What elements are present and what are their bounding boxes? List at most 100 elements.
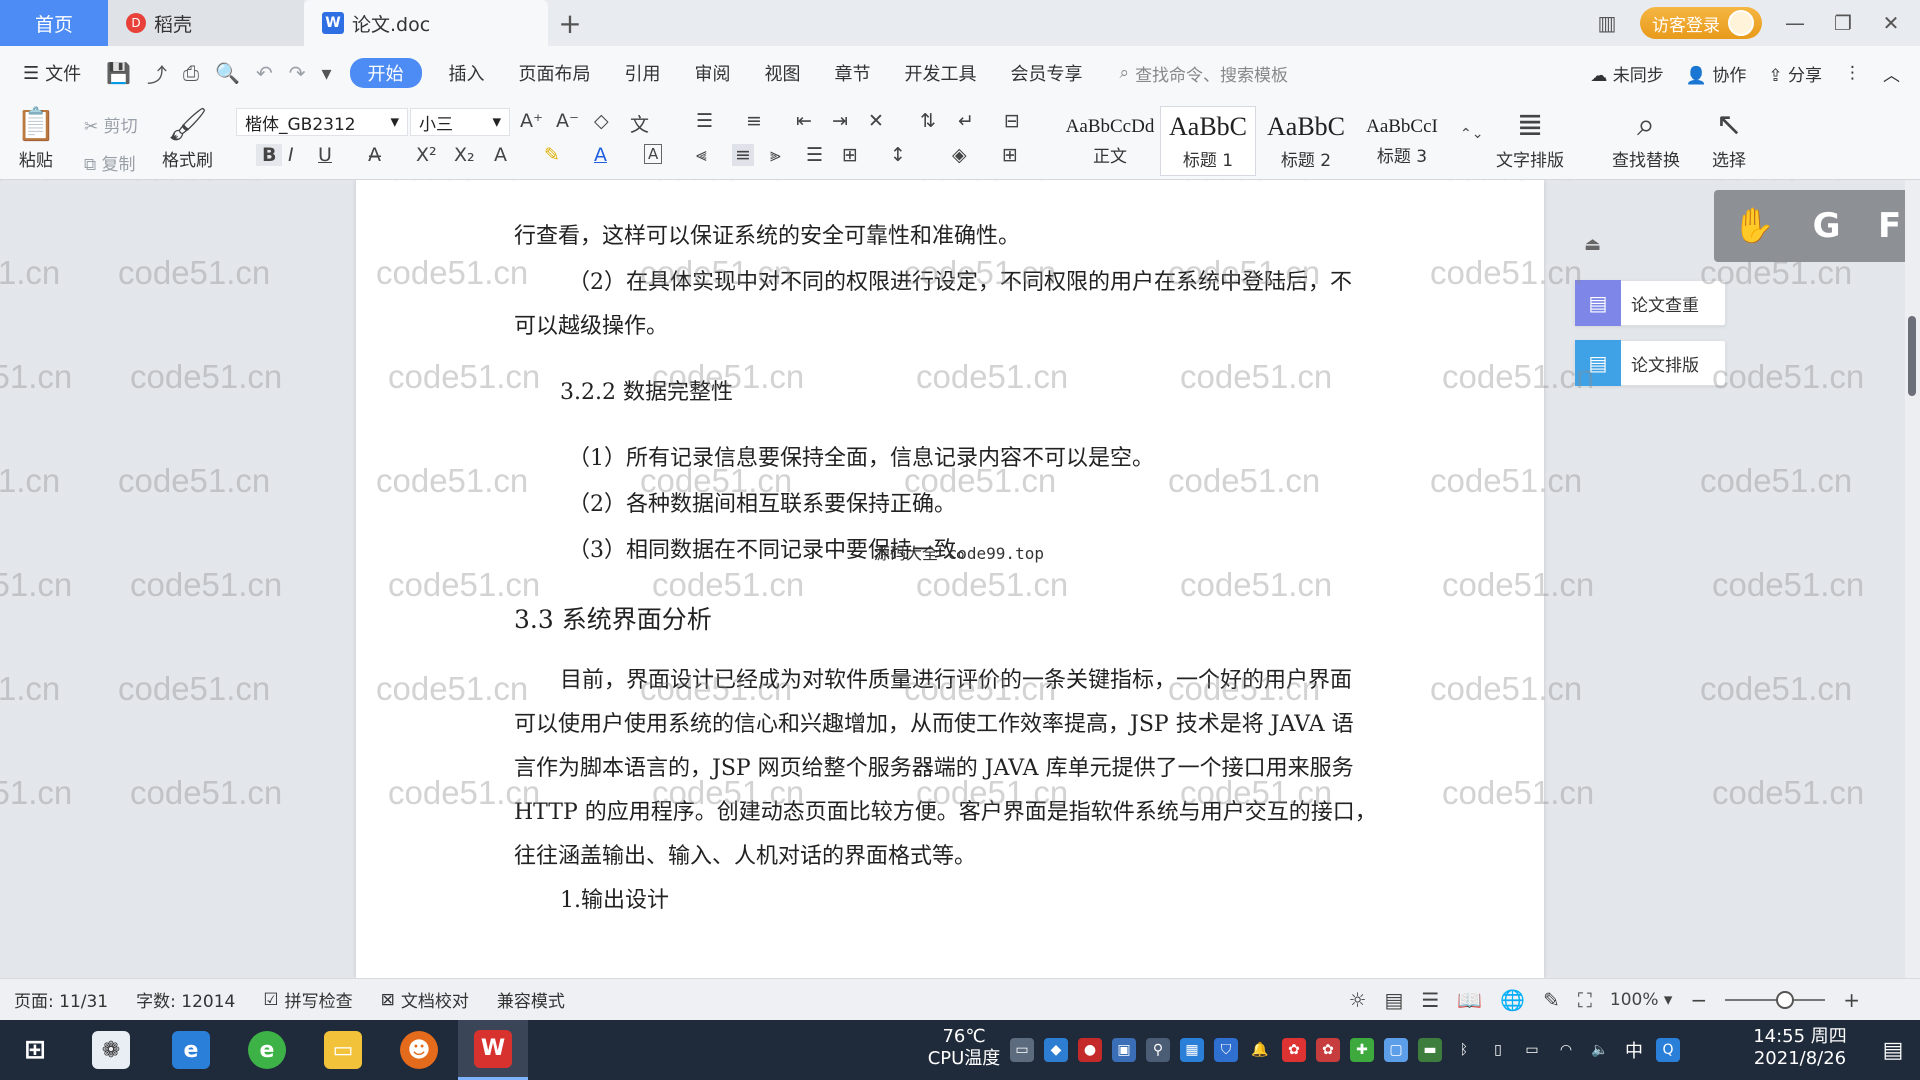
sync-button[interactable]: ☁ 未同步 [1590,61,1663,86]
taskbar-app-wps[interactable]: W [458,1020,528,1080]
reading-view-icon[interactable]: 📖 [1457,988,1482,1012]
taskbar-app-explorer[interactable]: ▭ [308,1020,378,1080]
shield-icon[interactable]: ⛉ [1214,1038,1238,1062]
bluetooth-icon[interactable]: ᛒ [1452,1038,1476,1062]
text-effect-button[interactable]: A [494,144,507,166]
text-layout-button[interactable]: ≣ 文字排版 [1496,106,1564,171]
chinese-layout-icon[interactable]: ✕ [868,110,884,132]
zoom-in-icon[interactable]: + [1843,988,1860,1012]
numbered-list-icon[interactable]: ≡ [746,110,762,132]
share-button[interactable]: ⇪ 分享 [1768,61,1822,86]
restore-icon[interactable]: ❐ [1828,11,1858,35]
subscript-button[interactable]: X₂ [454,144,475,166]
wifi-icon[interactable]: ◠ [1554,1038,1578,1062]
zoom-out-icon[interactable]: − [1690,988,1707,1012]
zoom-slider-knob[interactable] [1776,991,1795,1009]
tab-daoke[interactable]: D 稻壳 [108,0,304,46]
command-search[interactable]: ⌕ 查找命令、搜索模板 [1120,61,1289,86]
phone-icon[interactable]: ▯ [1486,1038,1510,1062]
notification-center[interactable]: ▤ [1866,1020,1920,1080]
style-heading-3[interactable]: AaBbCcI 标题 3 [1354,106,1450,176]
distributed-icon[interactable]: ⊞ [842,144,858,166]
tab-developer[interactable]: 开发工具 [888,60,994,86]
search-tray-icon[interactable]: Q [1656,1038,1680,1062]
align-right-icon[interactable]: ⫸ [770,144,781,166]
document-page[interactable]: 行查看，这样可以保证系统的安全可靠性和准确性。 （2）在具体实现中对不同的权限进… [356,180,1544,978]
taskbar-app-ie[interactable]: e [156,1020,226,1080]
paste-button[interactable]: 📋 粘贴 [16,106,56,171]
bullet-list-icon[interactable]: ☰ [696,110,713,132]
float-letter-g[interactable]: G [1813,206,1841,246]
float-letter-f[interactable]: F [1878,206,1901,246]
web-view-icon[interactable]: 🌐 [1500,988,1525,1012]
increase-indent-icon[interactable]: ⇥ [832,110,848,132]
undo-icon[interactable]: ↶ [248,61,281,85]
justify-icon[interactable]: ☰ [806,144,823,166]
bold-button[interactable]: B [256,144,283,166]
phonetic-icon[interactable]: 文 [630,110,649,137]
clear-format-icon[interactable]: ◇ [594,110,609,132]
format-painter-button[interactable]: 🖌 格式刷 [162,106,213,171]
more-icon[interactable]: ⋮ [1844,63,1861,83]
volume-icon[interactable]: 🔈 [1588,1038,1612,1062]
underline-button[interactable]: U [318,144,332,166]
find-replace-button[interactable]: ⌕ 查找替换 [1612,106,1680,171]
spell-check-toggle[interactable]: ☑ 拼写检查 [263,987,352,1013]
export-icon[interactable]: ⤴ [139,59,175,88]
tab-review[interactable]: 审阅 [678,60,748,86]
taskbar-app-spiral[interactable]: ❁ [76,1020,146,1080]
eye-protect-icon[interactable]: ☼ [1349,988,1367,1012]
grow-font-icon[interactable]: A⁺ [520,110,543,132]
customize-chevron-icon[interactable]: ▾ [313,61,339,85]
taskbar-app-game[interactable]: ☻ [384,1020,454,1080]
show-marks-icon[interactable]: ↵ [958,110,974,132]
style-heading-2[interactable]: AaBbC 标题 2 [1258,106,1354,176]
hand-icon[interactable]: ✋ [1733,206,1775,246]
style-normal[interactable]: AaBbCcDd 正文 [1062,106,1158,176]
ime-indicator[interactable]: 中 [1622,1038,1646,1062]
tab-chapter[interactable]: 章节 [818,60,888,86]
save-icon[interactable]: 💾 [98,61,139,85]
shading-icon[interactable]: ◈ [952,144,967,166]
redo-icon[interactable]: ↷ [281,61,314,85]
collaborate-button[interactable]: 👤 协作 [1686,61,1747,86]
write-view-icon[interactable]: ✎ [1543,988,1560,1012]
page-indicator[interactable]: 页面: 11/31 [14,987,108,1012]
tray-app-icon[interactable]: ▦ [1180,1038,1204,1062]
scrollbar-thumb[interactable] [1908,316,1916,396]
tab-document[interactable]: W 论文.doc [304,0,548,46]
visitor-login-button[interactable]: 访客登录 [1640,7,1762,39]
line-spacing-icon[interactable]: ↕ [890,144,906,166]
monitor-tray-icon[interactable]: ▭ [1010,1038,1034,1062]
tray-app-icon[interactable]: ▣ [1112,1038,1136,1062]
tray-app-icon[interactable]: ◆ [1044,1038,1068,1062]
file-menu[interactable]: ☰ 文件 [6,60,98,86]
cut-button[interactable]: ✂ 剪切 [84,112,138,137]
align-center-icon[interactable]: ≡ [732,144,754,166]
shrink-font-icon[interactable]: A⁻ [556,110,579,132]
close-icon[interactable]: ✕ [1876,11,1906,35]
highlight-icon[interactable]: ✎ [544,144,560,166]
fit-page-icon[interactable]: ⛶ [1578,988,1592,1012]
tab-page-layout[interactable]: 页面布局 [502,60,608,86]
doc-proofread-button[interactable]: ⊠ 文档校对 [381,987,469,1013]
taskbar-app-browser[interactable]: e [232,1020,302,1080]
tray-app-icon[interactable]: ● [1078,1038,1102,1062]
new-tab-button[interactable]: + [548,0,592,46]
tab-member[interactable]: 会员专享 [994,60,1100,86]
styles-scroll-icon[interactable]: ⌃⌄ [1460,126,1483,142]
bell-icon[interactable]: 🔔 [1248,1038,1272,1062]
page-view-icon[interactable]: ▤ [1385,988,1404,1012]
font-name-select[interactable]: 楷体_GB2312 ▾ [236,108,408,136]
font-color-icon[interactable]: A [594,144,607,166]
vertical-scrollbar[interactable] [1905,180,1920,978]
tray-app-icon[interactable]: ▢ [1384,1038,1408,1062]
tray-app-icon[interactable]: ▬ [1418,1038,1442,1062]
tray-app-icon[interactable]: ✿ [1316,1038,1340,1062]
outline-view-icon[interactable]: ☰ [1421,988,1439,1012]
print-icon[interactable]: ⎙ [175,61,207,85]
print-preview-icon[interactable]: 🔍 [207,61,248,85]
copy-button[interactable]: ⧉ 复制 [84,150,136,175]
tab-start[interactable]: 开始 [349,58,422,88]
tab-home[interactable]: 首页 [0,0,108,46]
